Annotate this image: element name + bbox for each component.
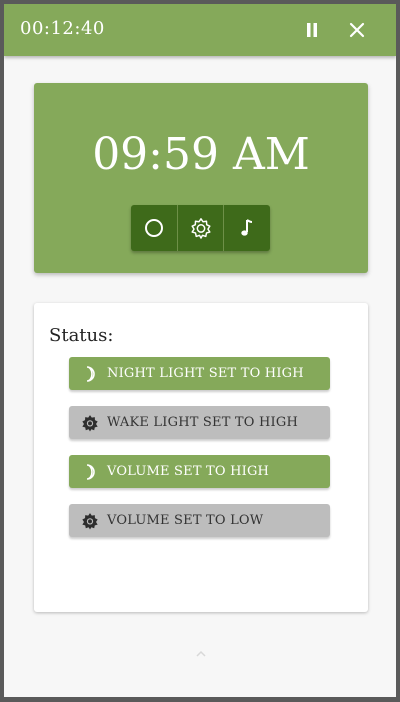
- sun-icon: [79, 406, 101, 439]
- status-item-volume-low: VOLUME SET TO LOW: [69, 504, 330, 537]
- moon-icon: [79, 357, 101, 390]
- close-button[interactable]: [343, 16, 371, 44]
- status-item-night-light-high: NIGHT LIGHT SET TO HIGH: [69, 357, 330, 390]
- circle-icon: [144, 219, 163, 237]
- status-item-label: VOLUME SET TO LOW: [107, 513, 264, 528]
- mode-off-button[interactable]: [131, 205, 177, 251]
- sun-gear-icon: [190, 218, 211, 239]
- status-heading: Status:: [49, 325, 114, 346]
- chevron-up-icon[interactable]: [193, 648, 209, 660]
- status-item-label: WAKE LIGHT SET TO HIGH: [107, 415, 298, 430]
- status-item-volume-high: VOLUME SET TO HIGH: [69, 455, 330, 488]
- status-item-label: VOLUME SET TO HIGH: [107, 464, 270, 479]
- clock-card: 09:59 AM: [34, 83, 368, 273]
- status-item-label: NIGHT LIGHT SET TO HIGH: [107, 366, 304, 381]
- clock-time: 09:59 AM: [92, 129, 310, 180]
- status-item-wake-light-high: WAKE LIGHT SET TO HIGH: [69, 406, 330, 439]
- status-card: Status: NIGHT LIGHT SET TO HIGH WAKE LIG…: [34, 303, 368, 612]
- moon-icon: [79, 455, 101, 488]
- session-timer: 00:12:40: [20, 18, 105, 39]
- pause-icon: [307, 23, 317, 37]
- music-note-icon: [241, 219, 253, 236]
- sun-icon: [79, 504, 101, 537]
- mode-light-button[interactable]: [176, 205, 224, 251]
- top-bar: 00:12:40: [4, 4, 396, 56]
- close-icon: [349, 22, 365, 38]
- mode-button-group: [131, 205, 270, 251]
- pause-button[interactable]: [298, 16, 326, 44]
- app-window: 00:12:40 09:59 AM Status: NIGHT LIGHT SE…: [4, 4, 396, 697]
- mode-sound-button[interactable]: [223, 205, 270, 251]
